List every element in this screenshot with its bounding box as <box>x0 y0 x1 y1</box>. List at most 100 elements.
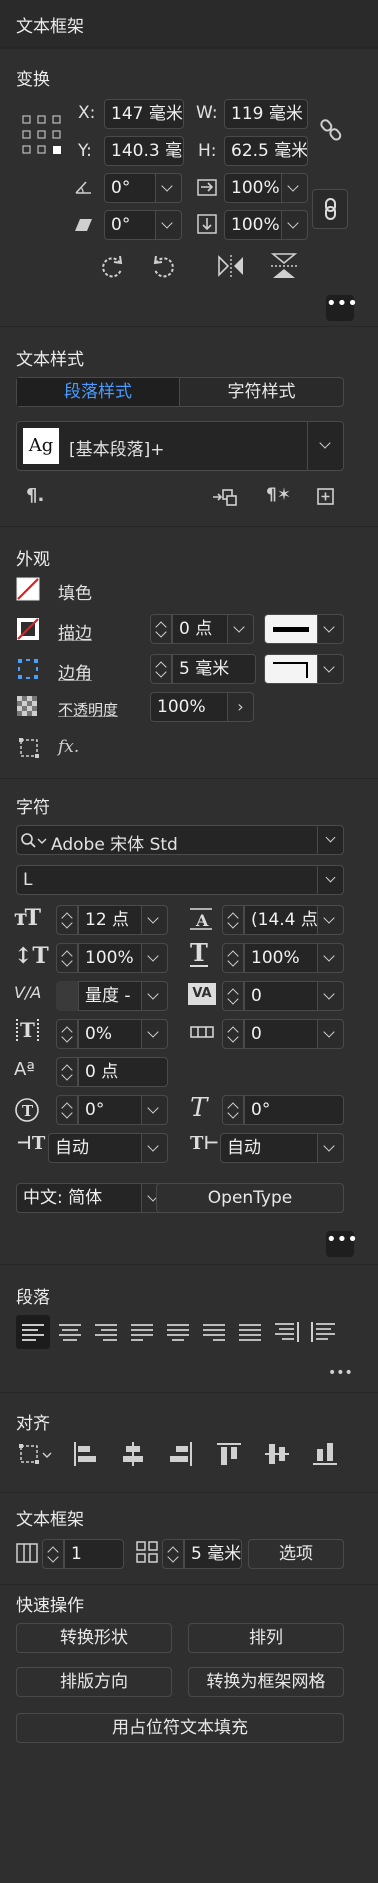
align-left-edges-icon[interactable] <box>72 1441 98 1467</box>
justify-all-icon[interactable] <box>238 1323 262 1341</box>
reference-point-icon[interactable] <box>22 115 62 155</box>
type-direction-button[interactable]: 排版方向 <box>16 1667 172 1697</box>
font-style-dropdown[interactable] <box>317 866 343 894</box>
horizontal-scale-dropdown[interactable] <box>318 943 344 973</box>
tsume-input[interactable]: 0% <box>78 1019 142 1049</box>
justify-left-icon[interactable] <box>130 1323 154 1341</box>
justify-right-icon[interactable] <box>202 1323 226 1341</box>
pilcrow-icon[interactable]: ¶. <box>26 485 44 506</box>
tracking-dropdown[interactable] <box>318 981 344 1011</box>
align-horizontal-centers-icon[interactable] <box>120 1441 146 1467</box>
columns-stepper[interactable] <box>42 1539 64 1569</box>
mojikumi-right-input[interactable]: 自动 <box>220 1133 318 1163</box>
style-dropdown[interactable] <box>307 422 343 470</box>
font-family-dropdown[interactable] <box>317 826 343 854</box>
align-left-button[interactable] <box>16 1315 50 1349</box>
align-right-edges-icon[interactable] <box>168 1441 194 1467</box>
stroke-label[interactable]: 描边 <box>58 619 92 644</box>
baseline-shift-input[interactable]: 0 点 <box>78 1057 168 1087</box>
gutter-stepper[interactable] <box>162 1539 184 1569</box>
tracking-input[interactable]: 0 <box>244 981 318 1011</box>
opentype-button[interactable]: OpenType <box>156 1183 344 1213</box>
shear-input[interactable]: 0° <box>104 210 156 240</box>
skew-input[interactable]: 0° <box>244 1095 344 1125</box>
text-frame-options-icon[interactable] <box>18 737 40 759</box>
shear-dropdown[interactable] <box>156 210 182 240</box>
tab-paragraph-styles[interactable]: 段落样式 <box>17 378 179 406</box>
font-family-selector[interactable]: Adobe 宋体 Std <box>16 825 344 855</box>
convert-shape-button[interactable]: 转换形状 <box>16 1623 172 1653</box>
align-toward-spine-icon[interactable] <box>274 1321 300 1343</box>
fill-with-placeholder-text-button[interactable]: 用占位符文本填充 <box>16 1713 344 1743</box>
opacity-label[interactable]: 不透明度 <box>58 699 118 720</box>
unlink-proportions-icon[interactable] <box>318 117 344 143</box>
skew-stepper[interactable] <box>222 1095 244 1125</box>
language-select[interactable]: 中文: 简体 <box>16 1183 142 1213</box>
baseline-shift-stepper[interactable] <box>56 1057 78 1087</box>
width-input[interactable]: 119 毫米 <box>224 99 308 129</box>
stroke-type-swatch[interactable] <box>264 614 318 644</box>
corner-stepper[interactable] <box>150 654 172 684</box>
paragraph-more-icon[interactable]: ••• <box>328 1365 353 1381</box>
align-vertical-centers-icon[interactable] <box>264 1441 290 1467</box>
align-away-from-spine-icon[interactable] <box>310 1321 336 1343</box>
flip-vertical-icon[interactable] <box>270 251 298 281</box>
columns-input[interactable]: 1 <box>64 1539 124 1569</box>
kerning-dropdown[interactable] <box>142 981 168 1011</box>
align-bottom-edges-icon[interactable] <box>312 1441 338 1467</box>
font-size-stepper[interactable] <box>56 905 78 935</box>
kerning-input[interactable]: 量度 - <box>78 981 142 1011</box>
scale-y-input[interactable]: 100% <box>224 210 282 240</box>
vertical-scale-dropdown[interactable] <box>142 943 168 973</box>
character-more-button[interactable]: ••• <box>326 1231 358 1257</box>
vertical-scale-stepper[interactable] <box>56 943 78 973</box>
style-selector[interactable]: Ag [基本段落]+ <box>16 421 344 471</box>
clear-overrides-icon[interactable]: ¶✶ <box>266 485 291 505</box>
stroke-weight-dropdown[interactable] <box>228 614 254 644</box>
font-size-dropdown[interactable] <box>142 905 168 935</box>
apply-style-icon[interactable] <box>212 487 238 509</box>
aki-dropdown[interactable] <box>318 1019 344 1049</box>
rotate-counterclockwise-icon[interactable] <box>150 253 178 281</box>
character-rotation-stepper[interactable] <box>56 1095 78 1125</box>
opacity-input[interactable]: 100% <box>150 692 228 722</box>
aki-input[interactable]: 0 <box>244 1019 318 1049</box>
mojikumi-left-dropdown[interactable] <box>142 1133 168 1163</box>
tab-character-styles[interactable]: 字符样式 <box>179 378 343 406</box>
horizontal-scale-input[interactable]: 100% <box>244 943 318 973</box>
align-right-icon[interactable] <box>94 1323 118 1341</box>
rotate-clockwise-icon[interactable] <box>98 253 126 281</box>
gutter-input[interactable]: 5 毫米 <box>184 1539 242 1569</box>
align-center-icon[interactable] <box>58 1323 82 1341</box>
tracking-stepper[interactable] <box>222 981 244 1011</box>
new-style-icon[interactable] <box>316 487 336 507</box>
opacity-arrow-button[interactable]: › <box>228 692 254 722</box>
leading-dropdown[interactable] <box>318 905 344 935</box>
vertical-scale-input[interactable]: 100% <box>78 943 142 973</box>
scale-y-dropdown[interactable] <box>282 210 308 240</box>
character-rotation-input[interactable]: 0° <box>78 1095 142 1125</box>
rotation-input[interactable]: 0° <box>104 173 156 203</box>
transform-more-button[interactable]: ••• <box>326 295 358 321</box>
tsume-stepper[interactable] <box>56 1019 78 1049</box>
corner-shape-dropdown[interactable] <box>318 654 344 684</box>
stroke-none-icon[interactable] <box>16 617 40 641</box>
fx-icon[interactable]: fx. <box>58 737 79 757</box>
font-size-input[interactable]: 12 点 <box>78 905 142 935</box>
scale-x-input[interactable]: 100% <box>224 173 282 203</box>
fill-none-icon[interactable] <box>16 577 40 601</box>
tsume-dropdown[interactable] <box>142 1019 168 1049</box>
corner-shape-swatch[interactable] <box>264 654 318 684</box>
rotation-dropdown[interactable] <box>156 173 182 203</box>
stroke-weight-input[interactable]: 0 点 <box>172 614 228 644</box>
constrain-proportions-button[interactable] <box>312 189 348 229</box>
align-top-edges-icon[interactable] <box>216 1441 242 1467</box>
aki-stepper[interactable] <box>222 1019 244 1049</box>
character-rotation-dropdown[interactable] <box>142 1095 168 1125</box>
convert-to-frame-grid-button[interactable]: 转换为框架网格 <box>188 1667 344 1697</box>
y-input[interactable]: 140.3 毫 <box>104 136 184 166</box>
height-input[interactable]: 62.5 毫米 <box>224 136 308 166</box>
mojikumi-left-input[interactable]: 自动 <box>48 1133 142 1163</box>
options-button[interactable]: 选项 <box>248 1539 344 1569</box>
flip-horizontal-icon[interactable] <box>216 253 246 279</box>
